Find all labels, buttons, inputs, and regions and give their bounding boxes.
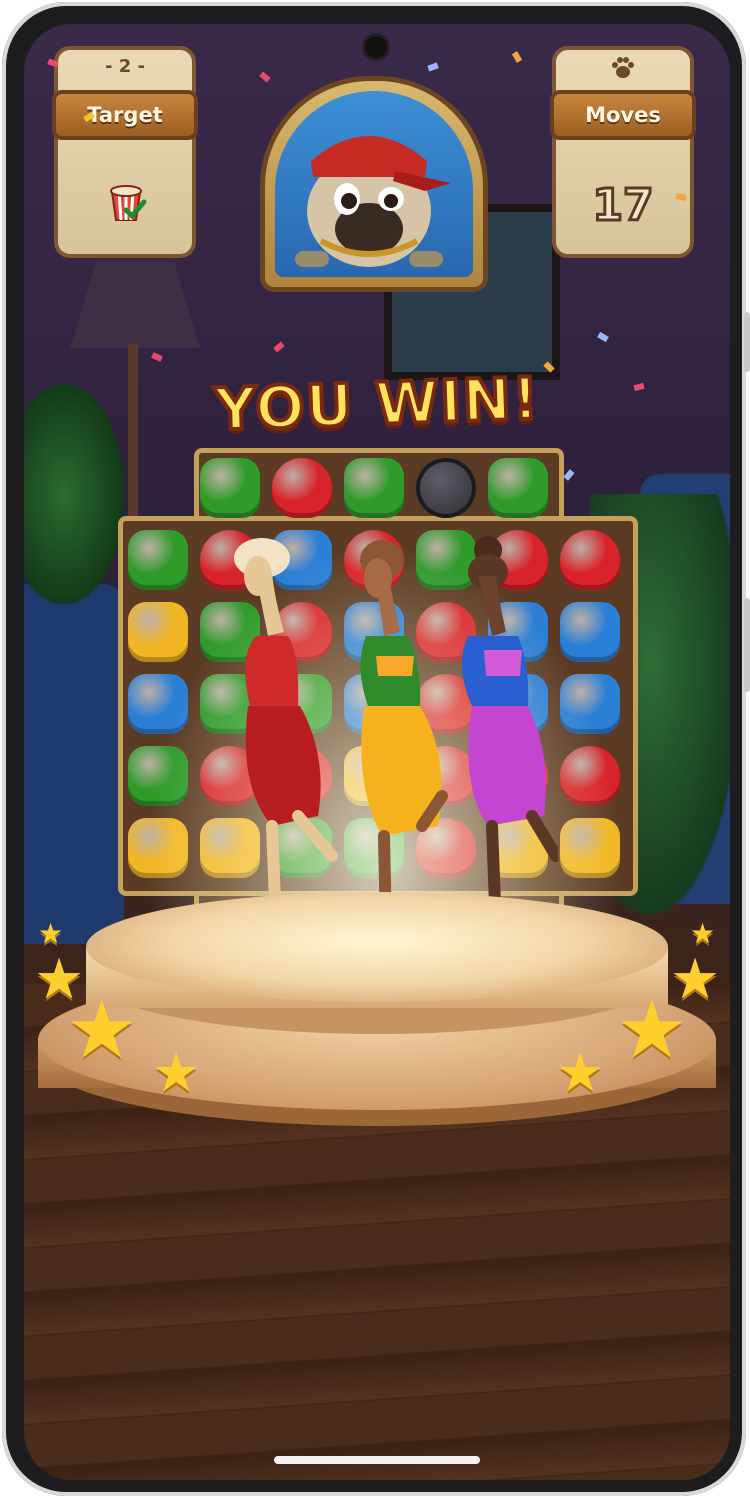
gem-red[interactable] [272,458,332,518]
star-icon: ★ [152,1041,201,1104]
volume-button [744,312,750,372]
confetti [273,341,285,353]
star-icon: ★ [38,917,64,950]
confetti [427,62,439,72]
dancer-orange [342,536,452,952]
target-panel: - 2 - Target [52,46,198,258]
character-portrait [260,76,488,292]
star-icon: ★ [690,917,716,950]
level-indicator: - 2 - [105,56,145,77]
moves-label: Moves [550,90,696,140]
moves-panel: Moves 17 [550,46,696,258]
confetti [511,51,523,63]
gem-green[interactable] [344,458,404,518]
popcorn-bucket-icon [104,180,148,224]
home-indicator[interactable] [274,1456,480,1464]
gem-green[interactable] [488,458,548,518]
confetti [151,352,163,362]
star-icon: ★ [66,983,138,1076]
confetti [259,71,271,83]
moves-count: 17 [591,179,655,233]
game-screen: - 2 - Target Moves 17 YOU WIN! ★ ★ ★ ★ ★… [24,24,730,1480]
gem-green[interactable] [200,458,260,518]
pug-character [295,136,451,267]
lamp-shade [70,262,200,348]
power-button [744,598,750,692]
target-label: Target [52,90,198,140]
confetti [597,331,609,343]
dancer-pink [448,536,562,952]
confetti [563,469,575,481]
sofa-left [24,584,124,944]
paw-icon [556,56,690,86]
camera-notch [365,36,387,58]
stage-upper-top [86,892,668,1002]
phone-frame: - 2 - Target Moves 17 YOU WIN! ★ ★ ★ ★ ★… [2,2,750,1496]
star-icon: ★ [556,1041,605,1104]
dancer-red [228,536,338,952]
bomb-icon[interactable] [416,458,476,518]
star-icon: ★ [670,947,721,1012]
